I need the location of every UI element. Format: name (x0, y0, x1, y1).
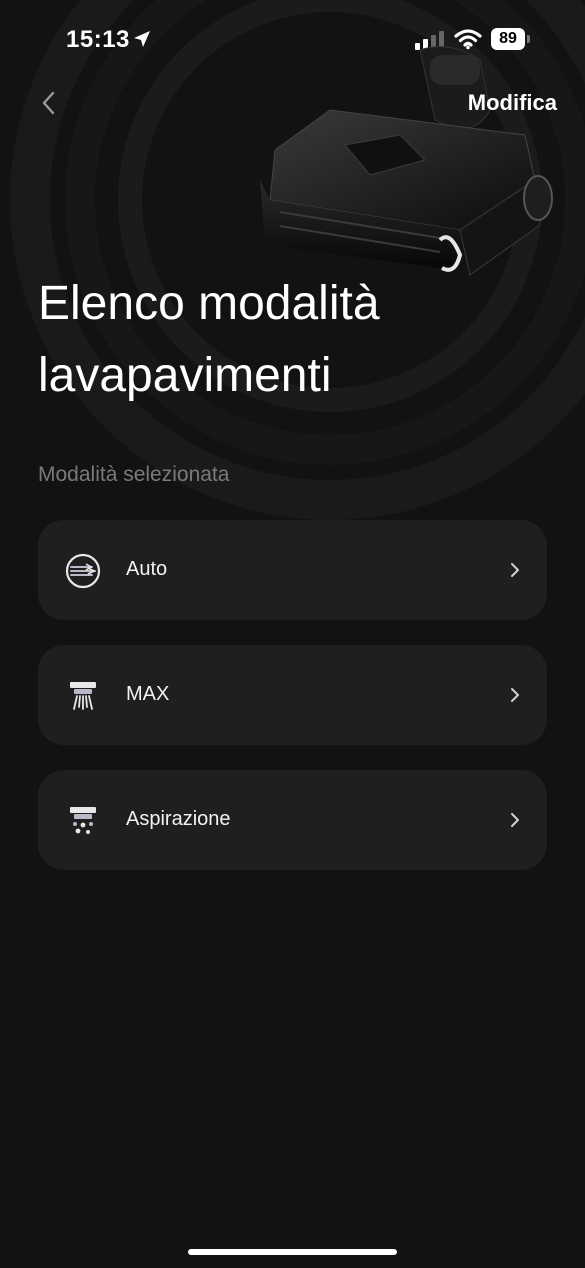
back-button[interactable] (36, 88, 64, 118)
suction-mode-icon (70, 807, 96, 834)
mode-item-aspirazione[interactable]: Aspirazione (38, 770, 547, 870)
floor-washer-image (260, 46, 553, 276)
max-mode-icon (70, 682, 96, 710)
chevron-right-icon (511, 813, 519, 827)
status-time: 15:13 (66, 26, 130, 53)
location-arrow-icon (134, 31, 150, 47)
mode-label: Aspirazione (126, 808, 231, 830)
home-indicator[interactable] (188, 1249, 397, 1255)
mode-label: MAX (126, 683, 170, 705)
mode-item-auto[interactable]: Auto (38, 520, 547, 620)
page-title: Elenco modalità lavapavimenti (38, 268, 558, 412)
edit-button[interactable]: Modifica (468, 90, 557, 116)
page-title-line1: Elenco modalità (38, 277, 380, 330)
chevron-right-icon (511, 563, 519, 577)
mode-item-max[interactable]: MAX (38, 645, 547, 745)
auto-mode-icon (65, 553, 101, 589)
chevron-right-icon (511, 688, 519, 702)
page-title-line2: lavapavimenti (38, 349, 332, 402)
section-label: Modalità selezionata (38, 463, 230, 486)
mode-label: Auto (126, 558, 168, 580)
chevron-left-icon (42, 91, 55, 115)
